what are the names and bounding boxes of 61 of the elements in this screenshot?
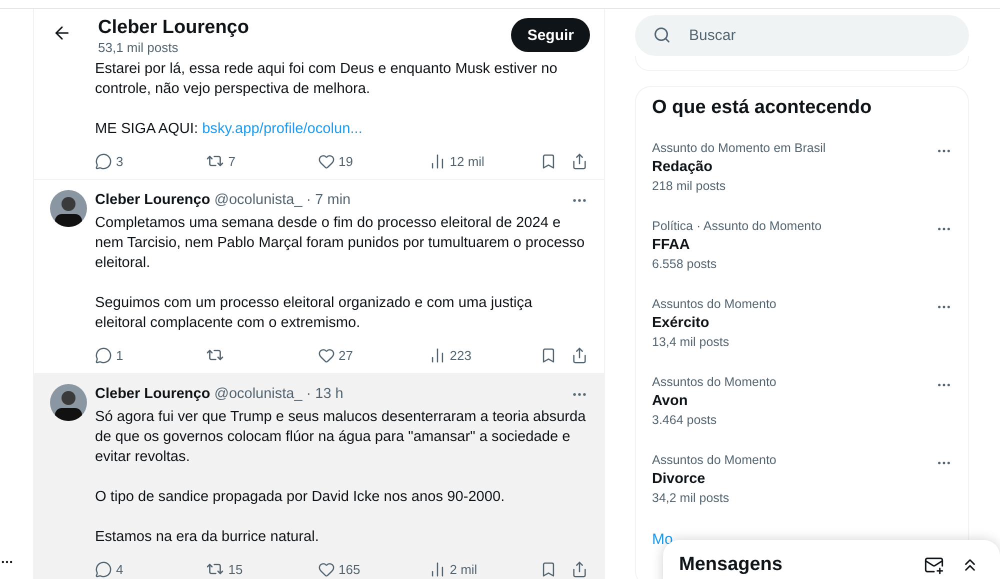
post-time: · 13 h — [306, 386, 344, 402]
heart-icon — [318, 152, 334, 170]
trend-context: Assuntos do Momento — [652, 375, 776, 389]
trend-context: Assuntos do Momento — [652, 297, 776, 311]
post-text: Completamos uma semana desde o fim do processo eleitoral de 2024 e nem Tarcisio, nem Pablo Marçal foram punidos por tumultuarem o processo eleitoral. — [95, 214, 586, 273]
bookmark-icon[interactable] — [540, 152, 557, 170]
repost-button[interactable]: 15 — [206, 560, 296, 578]
reply-button[interactable]: 3 — [95, 152, 185, 170]
speech-bubble-icon — [95, 346, 112, 364]
trend-post-count: 3.464 posts — [652, 413, 718, 427]
like-button[interactable]: 165 — [318, 560, 408, 578]
views-button[interactable]: 12 mil — [428, 152, 519, 170]
messages-title: Mensagens — [679, 554, 784, 576]
trend-topic[interactable]: Divorce — [652, 471, 776, 487]
post-text: Só agora fui ver que Trump e seus malucos desenterraram a teoria absurda de que os governos colocam flúor na água para "amansar" a sociedade e evitar revoltas. — [95, 408, 587, 467]
trends-title: O que está acontecendo — [652, 97, 873, 119]
post-text: Estamos na era da burrice natural. — [95, 528, 320, 547]
trend-post-count: 13,4 mil posts — [652, 335, 730, 349]
avatar[interactable] — [50, 384, 87, 421]
views-button[interactable]: 2 mil — [428, 560, 519, 578]
share-icon[interactable] — [571, 152, 588, 170]
bookmark-icon[interactable] — [540, 560, 557, 578]
follow-button[interactable]: Seguir — [511, 18, 590, 52]
avatar[interactable] — [50, 190, 87, 227]
trend-context: Assunto do Momento em Brasil — [652, 141, 826, 155]
trend-context: Política · Assunto do Momento — [652, 219, 822, 233]
trend-post-count: 34,2 mil posts — [652, 491, 730, 505]
new-message-icon[interactable] — [924, 555, 944, 575]
profile-name: Cleber Lourenço — [98, 17, 250, 39]
like-button[interactable]: 19 — [318, 152, 408, 170]
search-icon — [653, 26, 671, 44]
author-name[interactable]: Cleber Lourenço — [95, 192, 210, 208]
trend-topic[interactable]: Avon — [652, 393, 776, 409]
reply-button[interactable]: 1 — [95, 346, 185, 364]
views-button[interactable]: 223 — [428, 346, 519, 364]
trend-topic[interactable]: FFAA — [652, 237, 822, 253]
post-text: Estarei por lá, essa rede aqui foi com Deus e enquanto Musk estiver no controle, não vejo perspectiva de melhora. — [95, 60, 558, 99]
share-icon[interactable] — [571, 346, 588, 364]
like-button[interactable]: 27 — [318, 346, 408, 364]
trend-topic[interactable]: Exército — [652, 315, 776, 331]
post-time: · 7 min — [306, 192, 351, 208]
repost-button[interactable]: 7 — [206, 152, 296, 170]
trend-topic[interactable]: Redação — [652, 159, 826, 175]
author-handle[interactable]: @ocolunista_ — [214, 386, 302, 402]
bookmark-icon[interactable] — [540, 346, 557, 364]
post-text: ME SIGA AQUI: bsky.app/profile/ocolun... — [95, 120, 364, 139]
post-text: Seguimos com um processo eleitoral organizado e com uma justiça eleitoral complacente com o extremismo. — [95, 294, 534, 333]
author-handle[interactable]: @ocolunista_ — [214, 192, 302, 208]
speech-bubble-icon — [95, 560, 112, 578]
reply-button[interactable]: 4 — [95, 560, 185, 578]
post-count: 53,1 mil posts — [98, 40, 180, 55]
trend-context: Assuntos do Momento — [652, 453, 776, 467]
share-icon[interactable] — [571, 560, 588, 578]
search-field[interactable]: Buscar — [635, 15, 969, 56]
trend-post-count: 6.558 posts — [652, 257, 718, 271]
trend-post-count: 218 mil posts — [652, 179, 727, 193]
post-text: O tipo de sandice propagada por David Icke nos anos 90-2000. — [95, 488, 506, 507]
speech-bubble-icon — [95, 152, 112, 170]
heart-icon — [318, 346, 334, 364]
author-name[interactable]: Cleber Lourenço — [95, 386, 210, 402]
heart-icon — [318, 560, 334, 578]
